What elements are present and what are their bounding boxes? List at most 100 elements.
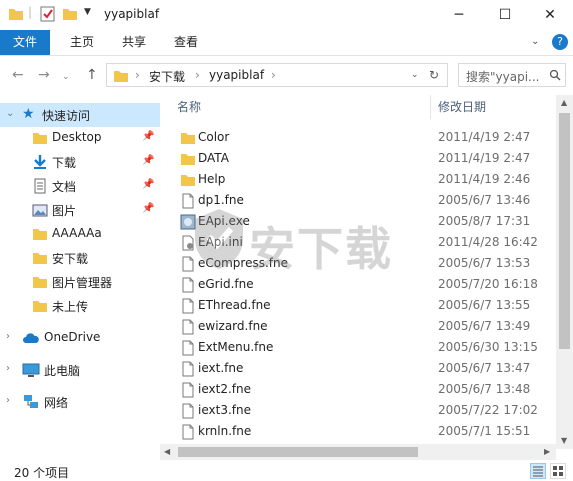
- tab-home[interactable]: 主页: [62, 30, 102, 55]
- search-placeholder: 搜索"yyapi...: [466, 70, 540, 84]
- list-item[interactable]: EThread.fne 2005/6/7 13:55: [172, 295, 552, 316]
- document-icon: [34, 178, 46, 194]
- breadcrumb-item[interactable]: yyapiblaf: [209, 68, 264, 82]
- vertical-scrollbar[interactable]: ▲ ▼: [556, 95, 573, 449]
- folder-icon: [181, 133, 195, 144]
- sidebar-item-aaaaaa[interactable]: AAAAAa: [0, 222, 160, 246]
- help-button[interactable]: ?: [552, 34, 568, 50]
- back-arrow-icon[interactable]: ←: [12, 67, 24, 83]
- tab-share[interactable]: 共享: [114, 30, 154, 55]
- folder-icon: [114, 71, 128, 82]
- scroll-up-icon[interactable]: ▲: [561, 98, 567, 107]
- sidebar-item-downloads[interactable]: 下载 📌: [0, 150, 160, 174]
- file-icon: [182, 361, 194, 377]
- sidebar-item-label: 此电脑: [44, 364, 81, 378]
- file-date: 2005/7/22 17:02: [438, 403, 538, 417]
- scroll-thumb[interactable]: [559, 113, 570, 349]
- sidebar-item-pictures[interactable]: 图片 📌: [0, 198, 160, 222]
- breadcrumb-item[interactable]: 安下载: [149, 68, 185, 85]
- sidebar-item-not-uploaded[interactable]: 未上传: [0, 294, 160, 318]
- details-view-button[interactable]: [530, 463, 546, 479]
- chevron-right-icon[interactable]: ›: [6, 363, 10, 374]
- tab-file[interactable]: 文件: [0, 30, 50, 55]
- scroll-thumb[interactable]: [178, 447, 418, 457]
- file-icon: [182, 382, 194, 398]
- file-icon: [182, 298, 194, 314]
- column-header-name[interactable]: 名称: [177, 95, 427, 119]
- folder-icon: [33, 277, 47, 288]
- pin-icon: 📌: [142, 155, 155, 166]
- folder-icon: [181, 154, 195, 165]
- address-bar[interactable]: › 安下载 › yyapiblaf › ⌄ ↻: [106, 63, 448, 87]
- list-item[interactable]: ExtMenu.fne 2005/6/30 13:15: [172, 337, 552, 358]
- sidebar-item-desktop[interactable]: Desktop 📌: [0, 126, 160, 150]
- list-item[interactable]: krnln.fne 2005/7/1 15:51: [172, 421, 552, 440]
- list-item[interactable]: iext.fne 2005/6/7 13:47: [172, 358, 552, 379]
- list-item[interactable]: DATA 2011/4/19 2:47: [172, 148, 552, 169]
- tab-view[interactable]: 查看: [166, 30, 206, 55]
- picture-icon: [32, 204, 48, 217]
- sidebar-item-picture-manager[interactable]: 图片管理器: [0, 270, 160, 294]
- close-button[interactable]: ✕: [527, 0, 573, 30]
- sidebar-item-label: Desktop: [52, 130, 102, 144]
- file-name: Color: [198, 130, 230, 144]
- chevron-down-icon[interactable]: ⌄: [6, 108, 14, 119]
- sidebar-item-label: 图片: [52, 204, 77, 218]
- refresh-icon[interactable]: ↻: [429, 68, 439, 82]
- file-date: 2011/4/19 2:47: [438, 130, 531, 144]
- maximize-button[interactable]: ☐: [482, 0, 528, 30]
- sidebar-item-this-pc[interactable]: › 此电脑: [0, 358, 160, 382]
- scroll-down-icon[interactable]: ▼: [561, 436, 567, 445]
- sidebar-item-anxiazai[interactable]: 安下载: [0, 246, 160, 270]
- column-header-date[interactable]: 修改日期: [438, 95, 548, 119]
- file-icon: [182, 340, 194, 356]
- minimize-button[interactable]: ─: [436, 0, 482, 30]
- window-title: yyapiblaf: [104, 7, 160, 21]
- address-dropdown-icon[interactable]: ⌄: [411, 70, 419, 80]
- file-date: 2005/6/7 13:55: [438, 298, 531, 312]
- customize-toolbar-icon[interactable]: ▼: [84, 7, 91, 17]
- large-icons-view-icon: [553, 466, 563, 476]
- horizontal-scrollbar[interactable]: ◀ ▶: [160, 444, 556, 460]
- properties-icon[interactable]: [40, 6, 56, 22]
- forward-arrow-icon[interactable]: →: [38, 67, 50, 83]
- download-icon: [34, 155, 46, 169]
- large-icons-view-button[interactable]: [550, 463, 566, 479]
- item-count: 20 个项目: [14, 466, 70, 480]
- sidebar-item-network[interactable]: › 网络: [0, 390, 160, 414]
- sidebar-item-label: 下载: [52, 156, 77, 170]
- pin-icon: 📌: [142, 203, 155, 214]
- watermark: 安下载: [183, 203, 391, 283]
- scroll-left-icon[interactable]: ◀: [164, 447, 170, 456]
- list-item[interactable]: ewizard.fne 2005/6/7 13:49: [172, 316, 552, 337]
- shield-logo-icon: [195, 209, 243, 269]
- new-folder-icon[interactable]: [62, 6, 78, 22]
- network-icon: [24, 395, 38, 408]
- list-item[interactable]: iext3.fne 2005/7/22 17:02: [172, 400, 552, 421]
- list-item[interactable]: Help 2011/4/19 2:46: [172, 169, 552, 190]
- file-name: iext2.fne: [198, 382, 251, 396]
- ribbon-tabs: 文件 主页 共享 查看 ⌄ ?: [0, 30, 573, 56]
- scroll-right-icon[interactable]: ▶: [544, 447, 550, 456]
- column-divider[interactable]: [430, 95, 431, 119]
- sidebar-item-quick-access[interactable]: ⌄ ★ 快速访问: [0, 103, 160, 127]
- details-view-icon: [533, 466, 543, 477]
- list-item[interactable]: iext2.fne 2005/6/7 13:48: [172, 379, 552, 400]
- search-input[interactable]: 搜索"yyapi...: [458, 63, 566, 87]
- sidebar-item-label: 安下载: [52, 252, 89, 266]
- chevron-right-icon[interactable]: ›: [6, 395, 10, 406]
- chevron-right-icon: ›: [195, 68, 200, 82]
- file-date: 2011/4/19 2:46: [438, 172, 531, 186]
- folder-icon: [33, 229, 47, 240]
- sidebar-item-onedrive[interactable]: › OneDrive: [0, 326, 160, 350]
- recent-locations-icon[interactable]: ⌄: [62, 69, 70, 85]
- file-date: 2005/6/7 13:53: [438, 256, 531, 270]
- file-name: ewizard.fne: [198, 319, 268, 333]
- file-name: DATA: [198, 151, 229, 165]
- up-arrow-icon[interactable]: ↑: [86, 67, 98, 83]
- sidebar-item-label: 快速访问: [42, 109, 91, 123]
- chevron-right-icon[interactable]: ›: [6, 331, 10, 342]
- chevron-down-icon[interactable]: ⌄: [531, 36, 539, 47]
- list-item[interactable]: Color 2011/4/19 2:47: [172, 127, 552, 148]
- sidebar-item-documents[interactable]: 文档 📌: [0, 174, 160, 198]
